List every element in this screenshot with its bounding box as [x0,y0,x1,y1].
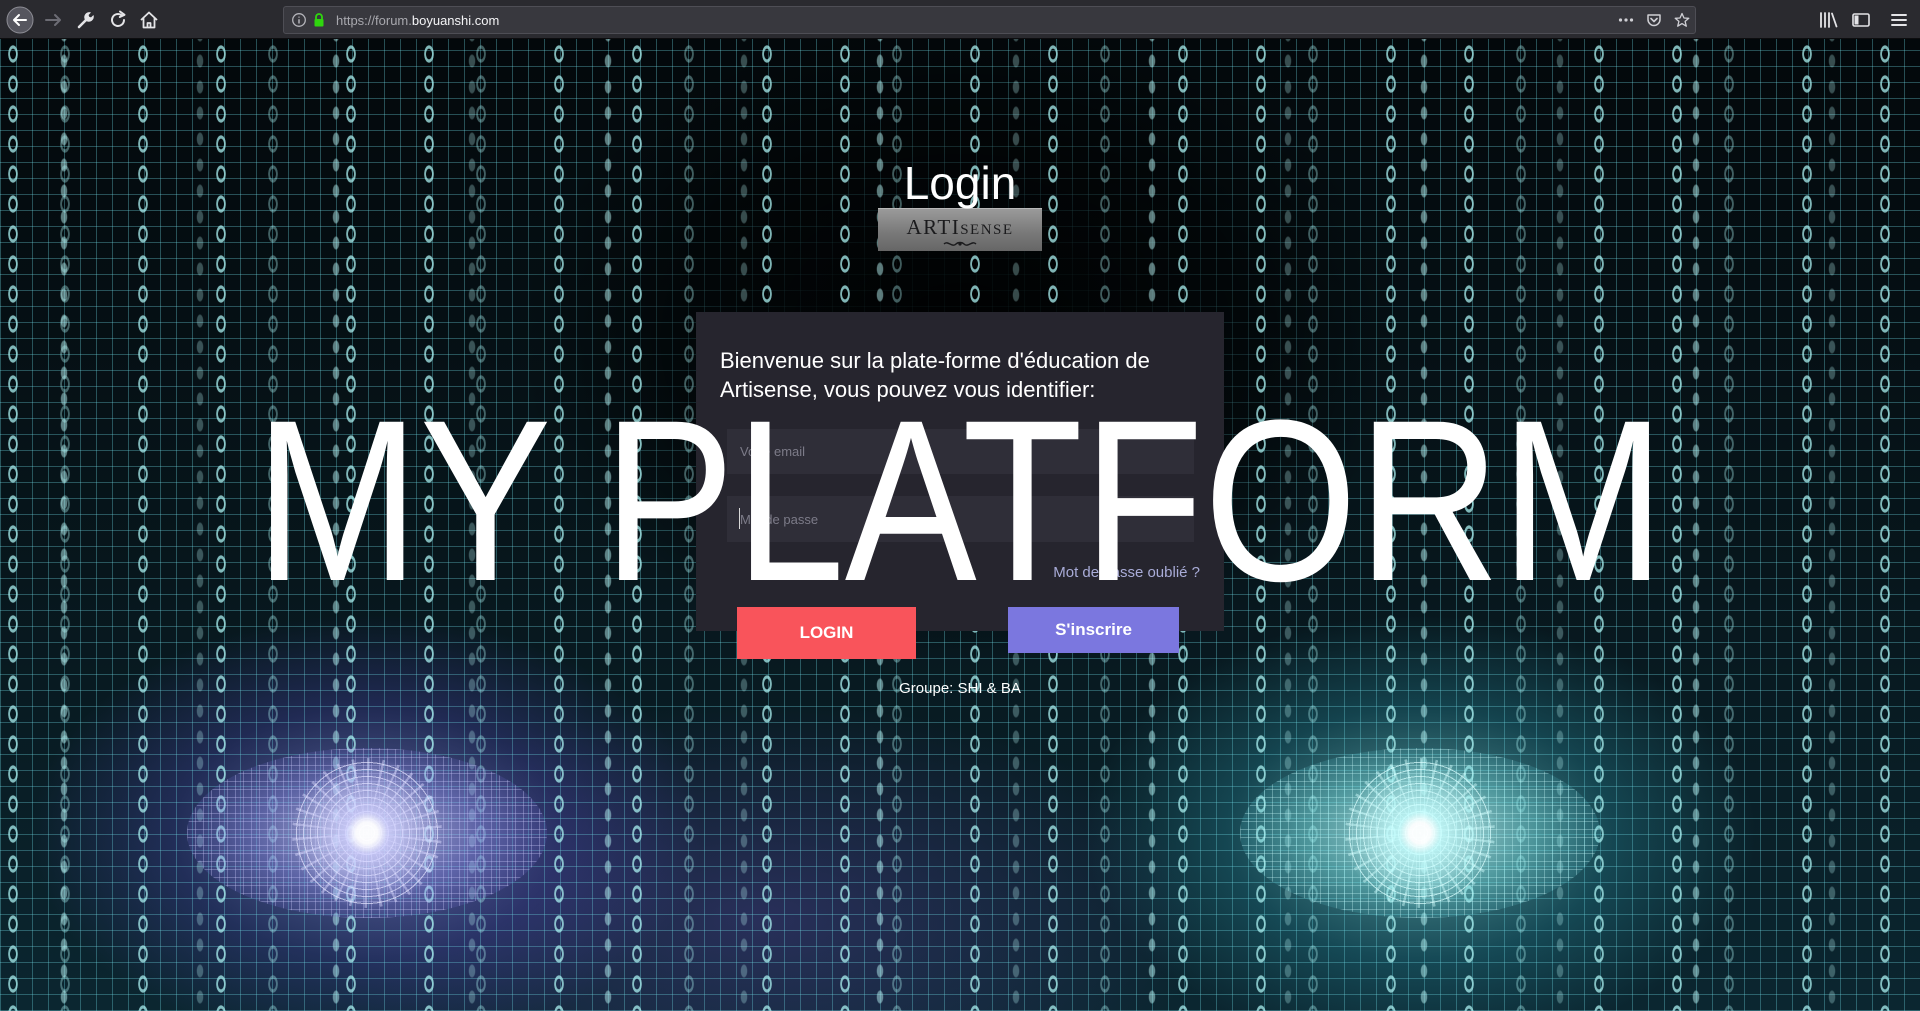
browser-toolbar: https://forum.boyuanshi.com [0,0,1920,39]
sidebar-icon [1852,13,1870,27]
right-iris-art [1345,758,1495,908]
home-icon [140,11,158,29]
sidebar-button[interactable] [1849,8,1873,32]
logo-ornament-icon [943,241,977,246]
url-domain: boyuanshi.com [411,13,500,28]
artisense-logo: ARTISENSE [878,208,1042,251]
library-icon [1820,12,1838,28]
home-button[interactable] [137,8,161,32]
page-title: Login [903,157,1017,209]
logo-sub-text: SENSE [960,222,1014,238]
password-input[interactable] [727,496,1194,542]
info-icon[interactable] [291,12,307,28]
email-input[interactable] [727,429,1194,474]
forgot-password-link[interactable]: Mot de passe oublié ? [1053,564,1200,582]
welcome-message: Bienvenue sur la plate-forme d'éducation… [720,348,1150,402]
text-caret [739,508,740,529]
login-button[interactable]: LOGIN [737,607,916,659]
login-card: Bienvenue sur la plate-forme d'éducation… [696,312,1224,631]
logo-main-text: ARTI [906,215,961,239]
reload-icon [111,10,126,27]
url-prefix: https://forum. [336,13,412,28]
library-button[interactable] [1817,8,1841,32]
pocket-icon[interactable] [1646,12,1662,28]
tools-button[interactable] [74,8,98,32]
register-button[interactable]: S'inscrire [1008,607,1179,653]
forward-button[interactable] [41,8,65,32]
group-credit: Groupe: SHI & BA [899,680,1021,697]
back-arrow-icon [6,6,34,34]
star-icon[interactable] [1674,12,1690,28]
hamburger-menu-icon [1891,14,1907,26]
forward-arrow-icon [45,14,61,26]
back-button[interactable] [6,6,34,34]
left-iris-art [292,758,442,908]
reload-button[interactable] [106,8,130,32]
menu-button[interactable] [1887,8,1911,32]
url-bar[interactable]: https://forum.boyuanshi.com [283,6,1696,34]
lock-icon[interactable] [311,12,327,28]
url-text[interactable]: https://forum.boyuanshi.com [336,13,499,28]
more-dots-icon[interactable] [1618,12,1634,28]
wrench-icon [77,12,94,29]
